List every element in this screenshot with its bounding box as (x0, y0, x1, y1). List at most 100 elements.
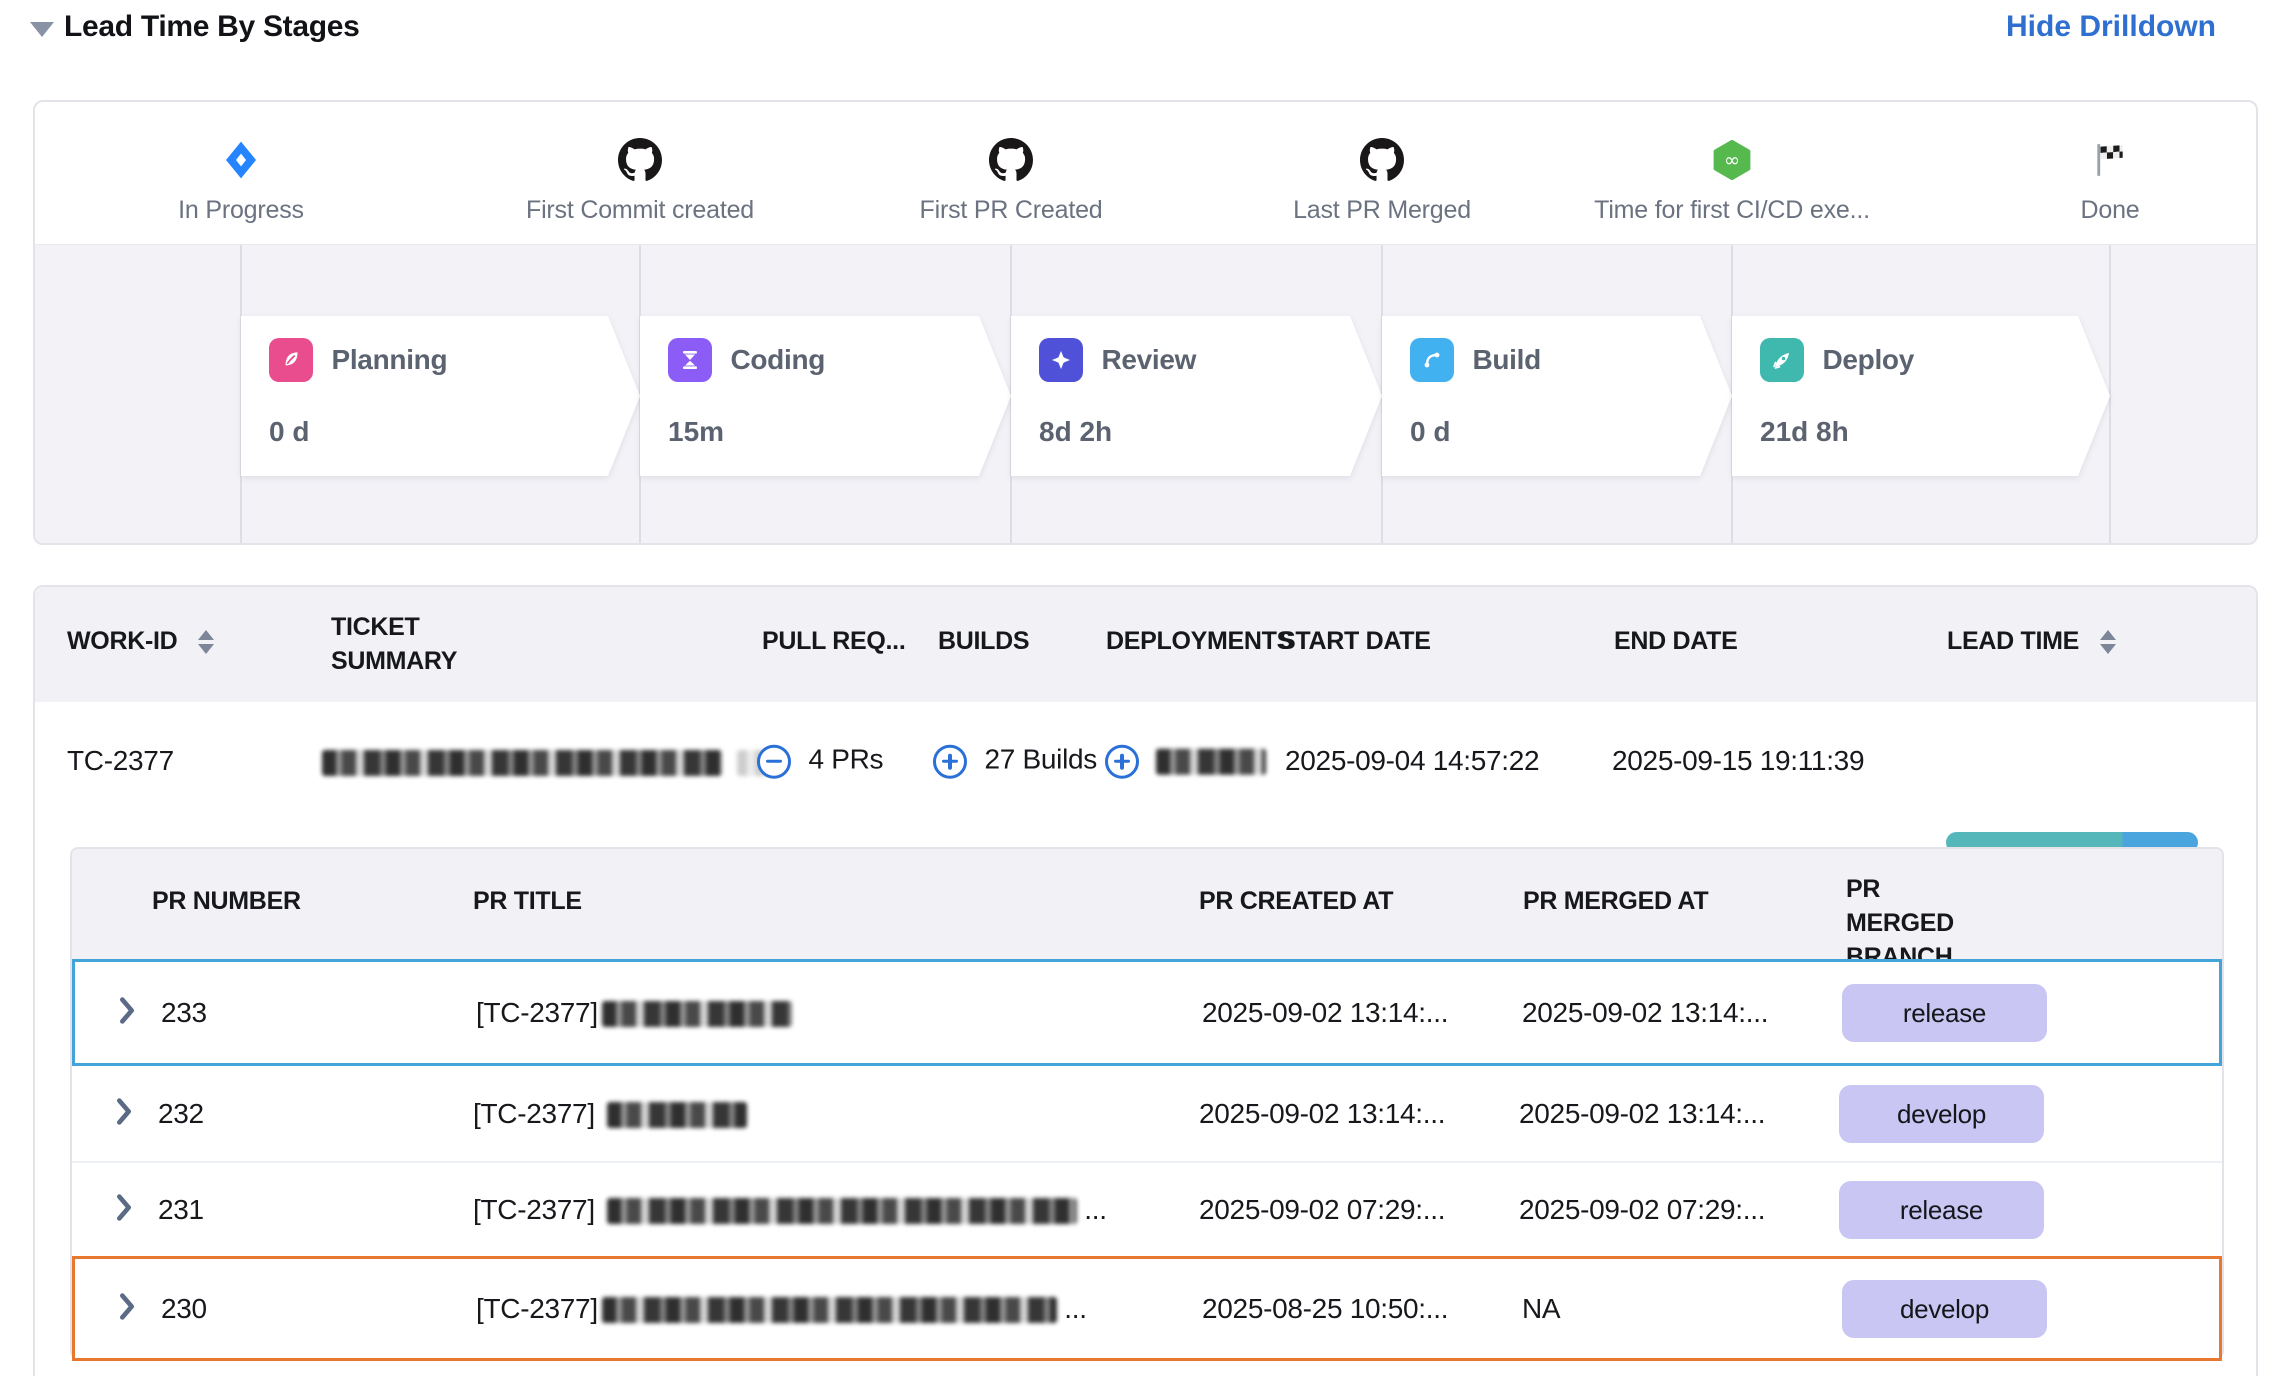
col-start-date: START DATE (1279, 627, 1431, 656)
stage-name: Build (1472, 344, 1541, 376)
stage-name: Review (1101, 344, 1196, 376)
build-icon (1410, 338, 1454, 382)
builds-cell: 27 Builds (933, 744, 1097, 779)
milestone-label: Done (1940, 196, 2258, 225)
collapse-triangle-icon[interactable] (30, 22, 54, 37)
pr-title: [TC-2377] ... (473, 1194, 1107, 1226)
pr-branch-cell: release (1842, 984, 2047, 1042)
milestone-label: Time for first CI/CD exe... (1562, 196, 1902, 225)
planning-icon (269, 338, 313, 382)
col-pr-title: PR TITLE (473, 887, 582, 916)
branch-badge: develop (1842, 1280, 2047, 1338)
github-icon (470, 132, 810, 188)
stage-duration: 0 d (269, 416, 309, 448)
end-date-cell: 2025-09-15 19:11:39 (1612, 745, 1864, 777)
pr-branch-cell: develop (1842, 1280, 2047, 1338)
builds-count-label: 27 Builds (984, 744, 1097, 775)
branch-badge: develop (1839, 1085, 2044, 1143)
chevron-right-icon[interactable] (113, 1097, 135, 1130)
pr-row-230[interactable]: 230 [TC-2377] ... 2025-08-25 10:50:... N… (72, 1256, 2222, 1361)
milestone-label: First PR Created (841, 196, 1181, 225)
pr-table: PR NUMBER PR TITLE PR CREATED AT PR MERG… (70, 847, 2224, 1359)
redacted-text (602, 1297, 1057, 1323)
col-label: LEAD TIME (1947, 627, 2079, 655)
pr-row-233[interactable]: 233 [TC-2377] 2025-09-02 13:14:... 2025-… (72, 959, 2222, 1066)
pr-row-232[interactable]: 232 [TC-2377] 2025-09-02 13:14:... 2025-… (72, 1066, 2222, 1161)
col-lead-time[interactable]: LEAD TIME (1947, 627, 2116, 656)
lead-time-dashboard: Lead Time By Stages Hide Drilldown In Pr… (0, 0, 2291, 1376)
pr-title-suffix: ... (1084, 1194, 1106, 1225)
pr-title-suffix: ... (1064, 1293, 1086, 1324)
work-table-header: WORK-ID TICKET SUMMARY PULL REQ... BUILD… (35, 587, 2256, 702)
col-work-id[interactable]: WORK-ID (67, 627, 214, 656)
col-pr-merged-at: PR MERGED AT (1523, 887, 1708, 916)
page-title: Lead Time By Stages (64, 10, 360, 44)
review-icon (1039, 338, 1083, 382)
cicd-icon: ∞ (1562, 132, 1902, 188)
stage-name: Deploy (1822, 344, 1914, 376)
milestone-label: First Commit created (470, 196, 810, 225)
pr-title-prefix: [TC-2377] (473, 1098, 595, 1129)
pr-title-prefix: [TC-2377] (476, 997, 598, 1028)
sort-icon[interactable] (198, 630, 214, 654)
col-deployments: DEPLOYMENTS (1106, 627, 1293, 656)
milestone-first-pr: First PR Created (841, 102, 1181, 225)
pr-row-231[interactable]: 231 [TC-2377] ... 2025-09-02 07:29:... 2… (72, 1161, 2222, 1256)
col-end-date: END DATE (1614, 627, 1738, 656)
col-builds: BUILDS (938, 627, 1029, 656)
pr-number: 230 (161, 1293, 207, 1325)
expand-deployments-plus-icon[interactable] (1105, 744, 1139, 778)
stage-chevron-planning: Planning 0 d (241, 316, 640, 476)
pr-table-header: PR NUMBER PR TITLE PR CREATED AT PR MERG… (72, 849, 2222, 959)
chevron-right-icon[interactable] (113, 1193, 135, 1226)
collapse-prs-minus-icon[interactable] (757, 744, 791, 778)
milestone-cicd: ∞ Time for first CI/CD exe... (1562, 102, 1902, 225)
stages-panel: In Progress First Commit created First P… (33, 100, 2258, 545)
milestone-last-pr-merged: Last PR Merged (1212, 102, 1552, 225)
pr-created-at: 2025-08-25 10:50:... (1202, 1293, 1448, 1325)
stage-duration: 8d 2h (1039, 416, 1112, 448)
pr-merged-at: 2025-09-02 13:14:... (1519, 1098, 1765, 1130)
stage-chevron-coding: Coding 15m (640, 316, 1011, 476)
finish-flag-icon (1940, 132, 2258, 188)
col-pr-number: PR NUMBER (152, 887, 301, 916)
col-pull-requests: PULL REQ... (762, 627, 905, 656)
pr-number: 233 (161, 997, 207, 1029)
sort-icon[interactable] (2100, 630, 2116, 654)
stage-chevron-review: Review 8d 2h (1011, 316, 1382, 476)
stage-name: Planning (331, 344, 447, 376)
pr-title-prefix: [TC-2377] (476, 1293, 598, 1324)
pr-branch-cell: release (1839, 1181, 2044, 1239)
redacted-text (1156, 748, 1266, 774)
col-pr-created-at: PR CREATED AT (1199, 887, 1393, 916)
redacted-text (607, 1102, 747, 1128)
work-row[interactable]: TC-2377 4 PRs 27 Builds 2025-09-04 14:57… (35, 702, 2256, 820)
col-ticket-summary: TICKET SUMMARY (331, 611, 511, 679)
pr-title: [TC-2377] (476, 997, 792, 1029)
github-icon (841, 132, 1181, 188)
col-label: WORK-ID (67, 627, 177, 655)
coding-icon (668, 338, 712, 382)
pr-created-at: 2025-09-02 13:14:... (1202, 997, 1448, 1029)
milestone-done: Done (1940, 102, 2258, 225)
pr-title: [TC-2377] (473, 1098, 747, 1130)
work-table: WORK-ID TICKET SUMMARY PULL REQ... BUILD… (33, 585, 2258, 1376)
stage-band: Planning 0 d Coding 15m (35, 244, 2256, 543)
pr-title-prefix: [TC-2377] (473, 1194, 595, 1225)
start-date-cell: 2025-09-04 14:57:22 (1285, 745, 1539, 777)
stage-duration: 21d 8h (1760, 416, 1849, 448)
pr-created-at: 2025-09-02 13:14:... (1199, 1098, 1445, 1130)
deployments-cell (1105, 744, 1266, 779)
deploy-icon (1760, 338, 1804, 382)
milestone-first-commit: First Commit created (470, 102, 810, 225)
milestone-label: Last PR Merged (1212, 196, 1552, 225)
ticket-summary-cell (322, 745, 771, 777)
github-icon (1212, 132, 1552, 188)
pull-requests-cell: 4 PRs (757, 744, 883, 779)
pr-number: 231 (158, 1194, 204, 1226)
chevron-right-icon[interactable] (116, 1292, 138, 1325)
expand-builds-plus-icon[interactable] (933, 744, 967, 778)
pr-count-label: 4 PRs (808, 744, 883, 775)
hide-drilldown-link[interactable]: Hide Drilldown (2006, 10, 2216, 44)
chevron-right-icon[interactable] (116, 996, 138, 1029)
